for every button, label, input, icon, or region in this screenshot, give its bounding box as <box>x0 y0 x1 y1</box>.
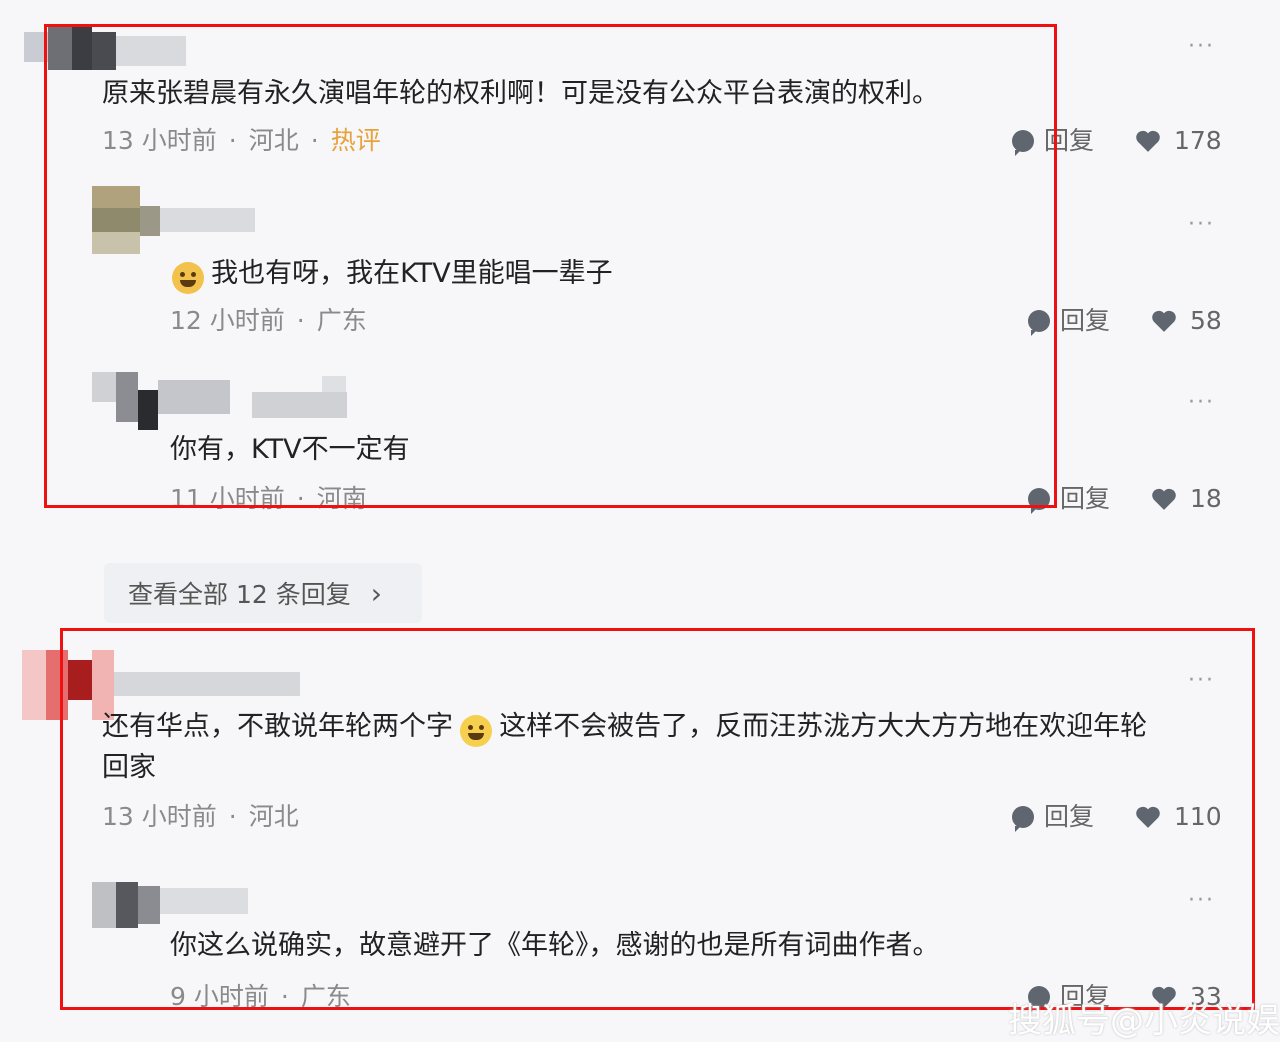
like-button[interactable]: 18 <box>1150 486 1222 511</box>
like-count: 58 <box>1190 306 1222 335</box>
watermark: 搜狐号@小炎说娱 <box>1008 1001 1280 1041</box>
heart-icon <box>1152 310 1176 332</box>
chevron-right-icon: › <box>370 576 382 610</box>
like-count: 18 <box>1190 484 1222 513</box>
like-count: 178 <box>1174 126 1222 155</box>
reply-label: 回复 <box>1060 306 1111 335</box>
view-all-replies-button[interactable]: 查看全部 12 条回复 › <box>104 563 422 623</box>
more-options-icon[interactable]: ··· <box>1188 36 1215 58</box>
reply-label: 回复 <box>1060 484 1111 513</box>
like-button[interactable]: 58 <box>1150 308 1222 333</box>
more-options-icon[interactable]: ··· <box>1188 214 1215 236</box>
heart-icon <box>1152 488 1176 510</box>
like-button[interactable]: 178 <box>1134 128 1222 153</box>
heart-icon <box>1136 130 1160 152</box>
more-options-icon[interactable]: ··· <box>1188 392 1215 414</box>
view-all-label: 查看全部 12 条回复 <box>128 580 351 609</box>
highlight-box <box>44 24 1057 508</box>
highlight-box <box>60 628 1255 1010</box>
